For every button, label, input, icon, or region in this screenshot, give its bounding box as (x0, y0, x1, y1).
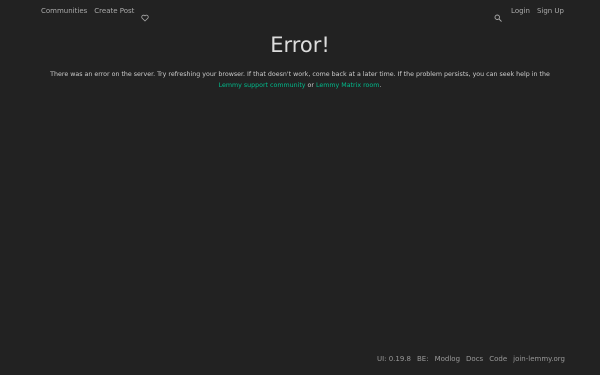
matrix-room-link[interactable]: Lemmy Matrix room (316, 82, 379, 89)
modlog-link[interactable]: Modlog (435, 354, 460, 364)
join-lemmy-link[interactable]: join-lemmy.org (513, 354, 565, 364)
main-content: Error! There was an error on the server.… (0, 30, 600, 91)
communities-link[interactable]: Communities (41, 6, 87, 16)
nav-right: Login Sign Up (494, 6, 564, 22)
signup-link[interactable]: Sign Up (537, 6, 564, 16)
page: Communities Create Post Login Sign Up Er… (0, 0, 600, 375)
error-message: There was an error on the server. Try re… (40, 70, 560, 91)
heart-icon[interactable] (141, 7, 150, 22)
ui-version: UI: 0.19.8 (376, 355, 411, 363)
support-community-link[interactable]: Lemmy support community (219, 82, 306, 89)
nav-left: Communities Create Post (41, 6, 150, 22)
search-icon[interactable] (494, 7, 502, 22)
docs-link[interactable]: Docs (466, 354, 483, 364)
login-link[interactable]: Login (511, 6, 530, 16)
error-title: Error! (270, 33, 330, 57)
footer: UI: 0.19.8 BE: Modlog Docs Code join-lem… (377, 354, 565, 364)
error-message-text: There was an error on the server. Try re… (50, 71, 550, 78)
error-message-or: or (305, 81, 316, 89)
code-link[interactable]: Code (489, 354, 507, 364)
create-post-link[interactable]: Create Post (94, 6, 134, 16)
navbar: Communities Create Post Login Sign Up (0, 0, 600, 24)
be-version: BE: (417, 355, 429, 363)
error-message-end: . (379, 81, 382, 89)
